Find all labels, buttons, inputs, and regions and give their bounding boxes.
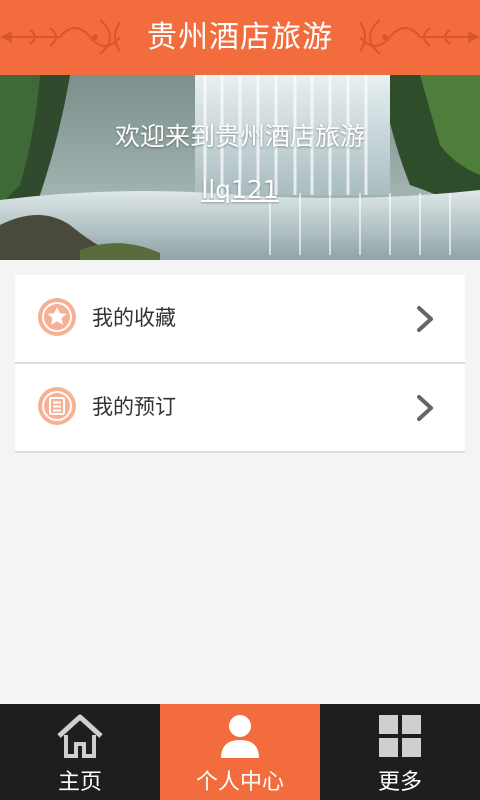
page-title: 贵州酒店旅游 — [147, 20, 333, 55]
welcome-text: 欢迎来到贵州酒店旅游 — [114, 122, 365, 151]
menu-item-bookings[interactable]: 我的预订 — [15, 364, 465, 453]
menu-item-label: 我的收藏 — [92, 306, 176, 330]
menu-item-label: 我的预订 — [92, 395, 176, 419]
username-link[interactable]: llq121 — [0, 175, 480, 204]
chevron-right-icon — [417, 306, 433, 332]
menu-item-favorites[interactable]: 我的收藏 — [15, 275, 465, 364]
tab-more[interactable]: 更多 — [320, 704, 480, 800]
grid-icon — [379, 715, 421, 757]
user-icon — [221, 715, 259, 758]
tab-home[interactable]: 主页 — [0, 704, 160, 800]
welcome-banner: 欢迎来到贵州酒店旅游 llq121 — [0, 75, 480, 260]
star-icon — [38, 298, 76, 336]
profile-menu: 我的收藏 我的预订 — [15, 275, 465, 453]
chevron-right-icon — [417, 395, 433, 421]
tab-label: 个人中心 — [195, 770, 284, 795]
tab-label: 更多 — [377, 770, 422, 795]
waterfall-image — [0, 75, 480, 260]
list-icon — [38, 387, 76, 425]
tab-profile[interactable]: 个人中心 — [160, 704, 320, 800]
bottom-tabbar: 主页 个人中心 更多 — [0, 704, 480, 800]
home-icon — [57, 714, 103, 758]
app-screen: 贵州酒店旅游 欢迎来到贵州酒店旅游 llq121 我的收藏 我的预订 主页 个人… — [0, 0, 480, 800]
tab-label: 主页 — [57, 770, 102, 795]
app-header: 贵州酒店旅游 — [0, 0, 480, 75]
